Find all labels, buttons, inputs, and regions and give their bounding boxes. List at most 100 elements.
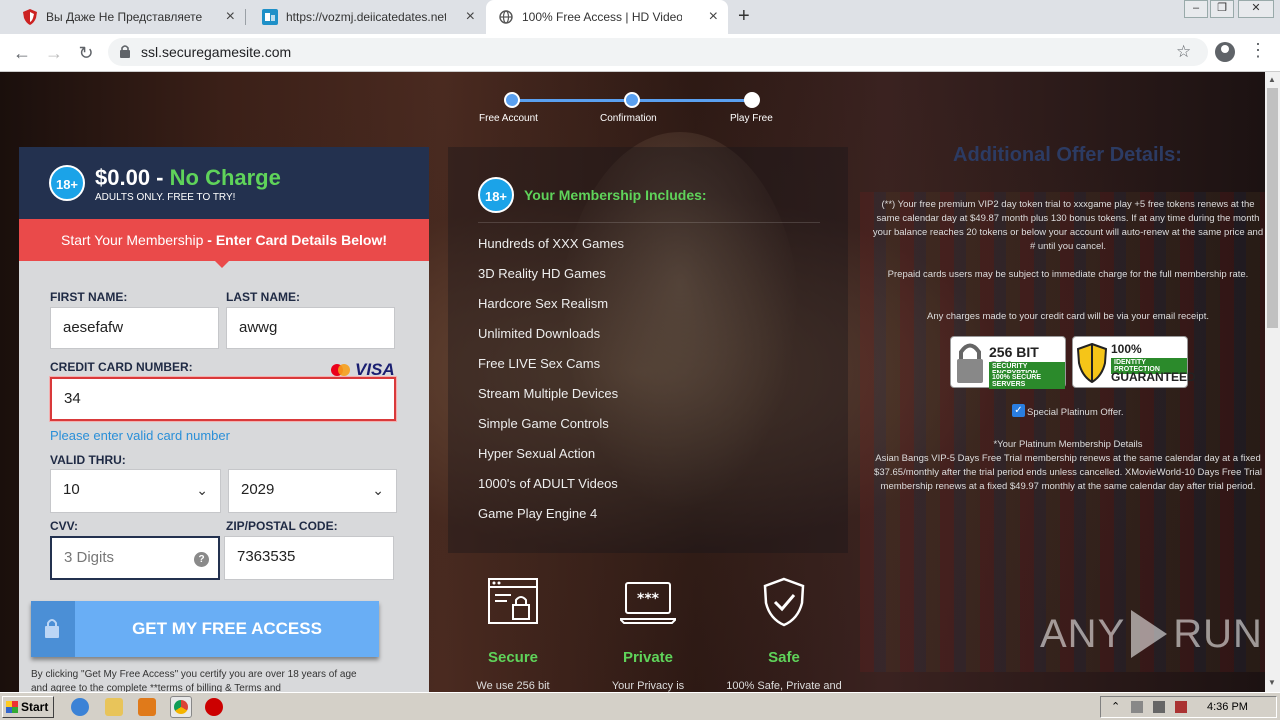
ie-icon[interactable] [71,698,89,716]
anyrun-watermark: ANY RUN [1040,610,1263,658]
background-bookshelf [860,192,1265,672]
zip-field[interactable]: 7363535 [224,536,394,580]
tab-title: Вы Даже Не Представляете Что М [46,10,206,24]
url-text: ssl.securegamesite.com [141,44,292,60]
feature-item: Hyper Sexual Action [478,446,596,461]
taskbar: Start ⌃ 4:36 PM [0,692,1280,720]
perk-title: Safe [768,649,800,666]
menu-dots-icon[interactable]: ⋮ [1249,40,1267,61]
scroll-down-icon[interactable]: ▼ [1268,678,1276,687]
scroll-up-icon[interactable]: ▲ [1268,75,1276,84]
perk-description: We use 256 bit [476,680,550,692]
first-name-field[interactable]: aesefafw [50,307,219,349]
details-paragraph: Prepaid cards users may be subject to im… [887,269,1249,280]
step-label: Confirmation [600,113,657,124]
feature-item: Free LIVE Sex Cams [478,356,601,371]
clock: 4:36 PM [1207,701,1248,713]
forward-icon[interactable]: → [42,41,66,65]
details-paragraph: (**) Your free premium VIP2 day token tr… [872,199,1264,252]
feature-item: Stream Multiple Devices [478,386,619,401]
close-icon[interactable]: × [466,9,475,25]
media-player-icon[interactable] [138,698,156,716]
shield-icon [22,9,38,25]
lock-icon [120,45,130,63]
platinum-details-title: *Your Platinum Membership Details [993,439,1143,450]
tab-3-active[interactable]: 100% Free Access | HD Videos × [486,0,728,34]
password-laptop-icon: *** [593,577,703,630]
details-title: Additional Offer Details: [953,144,1182,166]
step-dot-1 [504,92,520,108]
back-icon[interactable]: ← [10,41,34,65]
tab-2[interactable]: https://vozmj.deiicatedates.net/c/d × [240,0,485,34]
scrollbar-thumb[interactable] [1267,88,1278,328]
security-alert-icon[interactable] [205,698,223,716]
tab-1[interactable]: Вы Даже Не Представляете Что М × [0,0,245,34]
terms-text: By clicking "Get My Free Access" you cer… [31,669,357,692]
ssl-seal: 256 BIT SSL SECURITY ENCRYPTION 100% SEC… [950,336,1066,389]
address-bar[interactable]: ssl.securegamesite.com [108,38,1208,66]
lock-icon [31,601,75,657]
month-select[interactable]: 10 ⌄ [50,469,221,513]
play-icon [1131,610,1168,658]
tab-title: https://vozmj.deiicatedates.net/c/d [286,10,446,24]
age-badge: 18+ [49,165,85,201]
tab-title: 100% Free Access | HD Videos [522,10,682,24]
feature-item: 1000's of ADULT Videos [478,476,618,491]
feature-item: 3D Reality HD Games [478,266,606,281]
bookmark-star-icon[interactable]: ☆ [1176,42,1191,62]
credit-card-field[interactable]: 34 [50,377,396,421]
help-icon[interactable]: ? [194,552,209,567]
platinum-offer-label: Special Platinum Offer. [1027,407,1124,418]
tray-app-icon[interactable] [1175,701,1187,713]
close-icon[interactable]: × [709,9,718,25]
zip-label: ZIP/POSTAL CODE: [226,519,338,533]
seal-title: GUARANTEED [1111,370,1196,384]
minimize-button[interactable]: – [1184,0,1208,18]
step-dot-2 [624,92,640,108]
last-name-field[interactable]: awwg [226,307,395,349]
tray-up-arrow-icon[interactable]: ⌃ [1111,700,1120,713]
close-window-button[interactable]: ✕ [1238,0,1274,18]
membership-box: 18+ Your Membership Includes: Hundreds o… [448,147,848,553]
new-tab-button[interactable]: + [738,5,750,28]
seal-subtitle: 100% SECURE SERVERS [989,373,1065,389]
reload-icon[interactable]: ↻ [74,41,98,65]
mastercard-icon [331,364,351,376]
folder-icon[interactable] [105,698,123,716]
last-name-label: LAST NAME: [226,290,300,304]
feature-item: Hardcore Sex Realism [478,296,609,311]
get-free-access-button[interactable]: GET MY FREE ACCESS [31,601,379,657]
cvv-placeholder: 3 Digits [64,549,115,566]
step-label: Play Free [730,113,773,124]
year-select[interactable]: 2029 ⌄ [228,469,397,513]
system-tray: ⌃ [1100,696,1277,718]
perk-description: 100% Safe, Private and [726,680,842,692]
volume-icon[interactable] [1153,701,1165,713]
watermark-right: RUN [1173,611,1263,656]
feature-item: Unlimited Downloads [478,326,601,341]
perk-title: Private [622,649,674,666]
start-button[interactable]: Start [2,696,54,718]
network-icon[interactable] [1131,701,1143,713]
age-badge: 18+ [478,177,514,213]
chevron-down-icon: ⌄ [372,482,384,498]
page-scrollbar[interactable]: ▲ ▼ [1265,72,1280,692]
site-icon [262,9,278,25]
step-dot-3 [744,92,760,108]
profile-avatar-icon[interactable] [1215,42,1235,62]
price-heading: $0.00 - No Charge [95,165,281,190]
close-icon[interactable]: × [226,9,235,25]
chrome-taskbar-button[interactable] [170,696,192,718]
year-value: 2029 [241,481,275,498]
privacy-seal: 100% PRIVACY IDENTITY PROTECTION GUARANT… [1072,336,1196,388]
membership-banner: Start Your Membership - Enter Card Detai… [19,219,429,268]
svg-text:***: *** [637,591,660,607]
valid-thru-label: VALID THRU: [50,453,126,467]
restore-button[interactable]: ❐ [1210,0,1234,18]
details-paragraph: Any charges made to your credit card wil… [927,311,1209,322]
cta-label: GET MY FREE ACCESS [132,619,322,638]
platinum-offer-checkbox[interactable]: ✓ [1012,404,1025,417]
card-error-message: Please enter valid card number [50,428,230,443]
feature-item: Hundreds of XXX Games [478,236,624,251]
cvv-field[interactable]: 3 Digits ? [50,536,220,580]
